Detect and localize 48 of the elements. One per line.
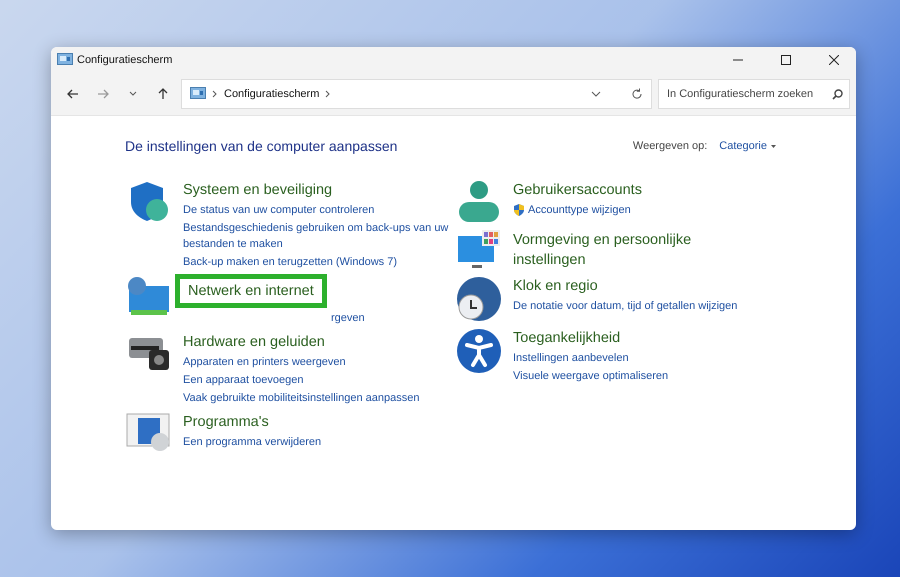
chevron-icon: [212, 90, 218, 98]
refresh-icon[interactable]: [631, 88, 643, 100]
category-link[interactable]: Programma's: [183, 412, 269, 432]
task-link[interactable]: De notatie voor datum, tijd of getallen wijzigen: [513, 298, 738, 314]
task-link[interactable]: rgeven: [183, 310, 365, 326]
view-by-dropdown[interactable]: Categorie: [719, 140, 776, 152]
forward-arrow-icon: [97, 88, 109, 100]
user-icon: [457, 180, 501, 224]
task-link[interactable]: Back-up maken en terugzetten (Windows 7): [183, 254, 397, 270]
caret-icon: [129, 91, 137, 97]
category-link[interactable]: Systeem en beveiliging: [183, 180, 332, 200]
category-link[interactable]: Gebruikersaccounts: [513, 180, 642, 200]
task-link[interactable]: Instellingen aanbevelen: [513, 350, 629, 366]
view-by-label: Weergeven op:: [632, 140, 708, 152]
chevron-icon: [325, 90, 332, 98]
control-panel-icon: [57, 53, 73, 67]
task-link[interactable]: Apparaten en printers weergeven: [183, 354, 346, 370]
up-arrow-icon: [157, 88, 169, 100]
task-link[interactable]: Accounttype wijzigen: [528, 202, 631, 218]
task-link[interactable]: Een programma verwijderen: [183, 434, 322, 450]
address-control-panel-icon: [190, 87, 206, 101]
window-title: Configuratiescherm: [77, 54, 174, 66]
category-link[interactable]: Klok en regio: [513, 276, 598, 296]
close-icon: [829, 55, 839, 65]
program-disc-icon: [126, 412, 172, 452]
page-heading: De instellingen van de computer aanpassen: [125, 138, 398, 154]
search-box[interactable]: In Configuratiescherm zoeken: [658, 79, 850, 109]
task-link[interactable]: Vaak gebruikte mobiliteitsinstellingen aanpassen: [183, 390, 420, 406]
globe-clock-icon: [456, 276, 502, 322]
category-link[interactable]: Netwerk en internet: [175, 274, 327, 308]
category-link[interactable]: Vormgeving en persoonlijke instellingen: [513, 230, 738, 270]
back-arrow-icon: [67, 88, 79, 100]
uac-shield-icon: [513, 204, 525, 216]
category-link[interactable]: Toegankelijkheid: [513, 328, 620, 348]
task-link[interactable]: Een apparaat toevoegen: [183, 372, 304, 388]
address-bar[interactable]: Configuratiescherm: [181, 79, 652, 109]
monitor-tiles-icon: [456, 230, 502, 270]
caret-icon: [771, 144, 776, 148]
accessibility-icon: [456, 328, 502, 374]
search-icon: [832, 88, 843, 100]
maximize-icon: [781, 55, 791, 65]
dropdown-icon[interactable]: [591, 91, 601, 97]
task-link[interactable]: Bestandsgeschiedenis gebruiken om back-ups van uw bestanden te maken: [183, 220, 453, 252]
category-link[interactable]: Hardware en geluiden: [183, 332, 325, 352]
breadcrumb[interactable]: Configuratiescherm: [224, 88, 320, 100]
task-link[interactable]: De status van uw computer controleren: [183, 202, 374, 218]
task-link[interactable]: Visuele weergave optimaliseren: [513, 368, 668, 384]
monitor-globe-icon: [127, 276, 171, 316]
